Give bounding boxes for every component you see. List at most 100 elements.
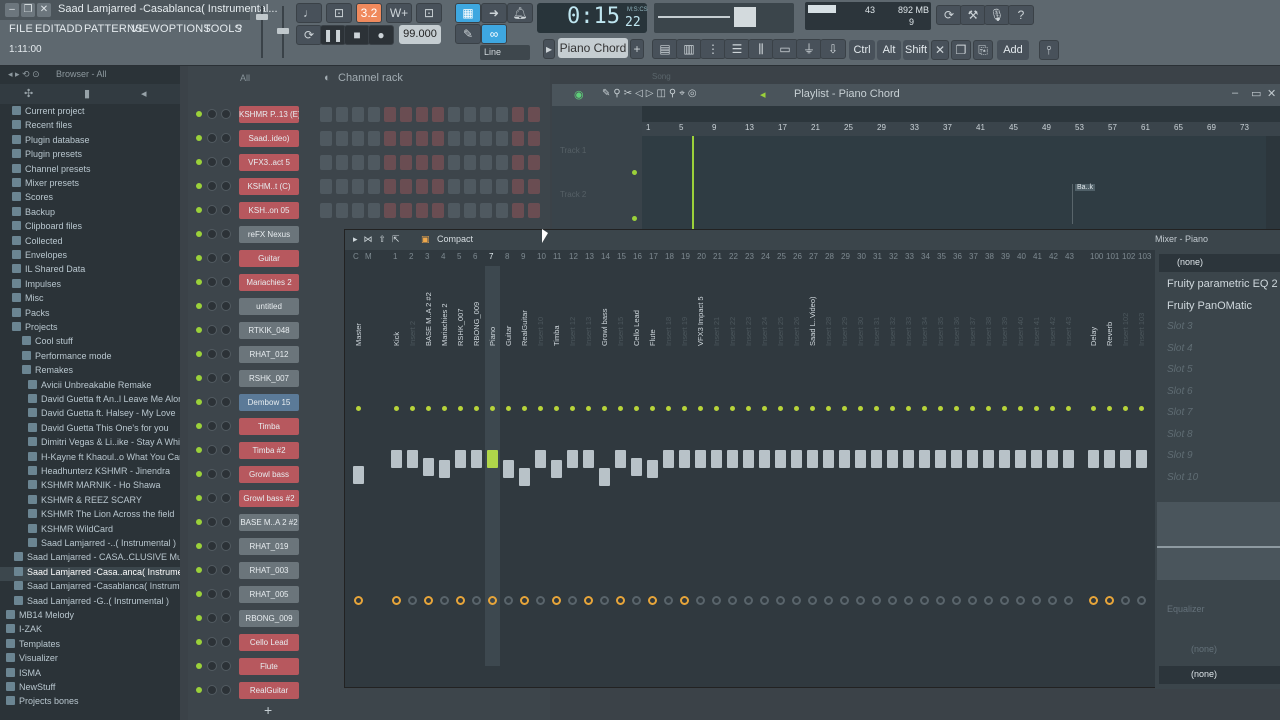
channel-mute-led[interactable]	[196, 543, 202, 549]
mixer-route-knob[interactable]	[440, 596, 449, 605]
effect-slot[interactable]: Fruity PanOMatic	[1167, 300, 1280, 320]
mixer-fader[interactable]	[471, 450, 482, 468]
browser-item[interactable]: Packs	[0, 307, 180, 322]
mixer-route-knob[interactable]	[808, 596, 817, 605]
mixer-route-knob[interactable]	[552, 596, 561, 605]
mixer-route-knob[interactable]	[968, 596, 977, 605]
mixer-mute-led[interactable]	[356, 406, 361, 411]
mixer-fader[interactable]	[1015, 450, 1026, 468]
paste-icon[interactable]: ⎘	[973, 40, 993, 60]
track-2-mute[interactable]	[632, 216, 637, 221]
mixer-route-knob[interactable]	[776, 596, 785, 605]
mixer-mute-led[interactable]	[1066, 406, 1071, 411]
browser-item[interactable]: Saad Lamjarred -Casa..anca( Instrumental…	[0, 566, 180, 581]
channel-mute-led[interactable]	[196, 495, 202, 501]
mixer-route-knob[interactable]	[1105, 596, 1114, 605]
mixer-fader[interactable]	[519, 468, 530, 486]
channel-volume-knob[interactable]	[221, 445, 231, 455]
channel-volume-knob[interactable]	[221, 109, 231, 119]
mixer-mute-led[interactable]	[714, 406, 719, 411]
mixer-track[interactable]: Insert 41	[1029, 266, 1044, 666]
mixer-fader[interactable]	[551, 460, 562, 478]
channel-pan-knob[interactable]	[207, 157, 217, 167]
mixer-track[interactable]: Insert 2	[405, 266, 420, 666]
mixer-track[interactable]: RealGuitar	[517, 266, 532, 666]
mixer-fader[interactable]	[855, 450, 866, 468]
mixer-fader[interactable]	[647, 460, 658, 478]
mixer-fader[interactable]	[807, 450, 818, 468]
mixer-track[interactable]: Mariachies 2	[437, 266, 452, 666]
mixer-track[interactable]: Insert 12	[565, 266, 580, 666]
mixer-route-knob[interactable]	[1064, 596, 1073, 605]
mixer-fader[interactable]	[423, 458, 434, 476]
minimize-button[interactable]: –	[5, 3, 19, 17]
mixer-track[interactable]: Insert 42	[1045, 266, 1060, 666]
browser-item[interactable]: Plugin database	[0, 134, 180, 149]
menu-help[interactable]: ?	[236, 23, 242, 35]
channel-name-button[interactable]: Timba #2	[239, 442, 299, 459]
mixer-route-knob[interactable]	[1016, 596, 1025, 605]
channel-volume-knob[interactable]	[221, 517, 231, 527]
effect-slot[interactable]: Slot 3	[1167, 321, 1280, 341]
mixer-mute-led[interactable]	[730, 406, 735, 411]
effect-slot[interactable]: Slot 10	[1167, 472, 1280, 492]
mixer-track[interactable]: Insert 36	[949, 266, 964, 666]
channel-name-button[interactable]: RealGuitar	[239, 682, 299, 699]
browser-item[interactable]: Remakes	[0, 365, 180, 379]
browser-item[interactable]: Cool stuff	[0, 336, 180, 350]
master-volume-slider[interactable]	[252, 4, 272, 60]
mixer-track[interactable]: Guitar	[501, 266, 516, 666]
channel-row[interactable]: KSHM..t (C)	[188, 175, 550, 199]
channel-mute-led[interactable]	[196, 351, 202, 357]
mixer-mute-led[interactable]	[1107, 406, 1112, 411]
mixer-fader[interactable]	[663, 450, 674, 468]
mixer-mute-led[interactable]	[634, 406, 639, 411]
channel-name-button[interactable]: RHAT_003	[239, 562, 299, 579]
mixer-fader[interactable]	[711, 450, 722, 468]
channel-mute-led[interactable]	[196, 687, 202, 693]
mixer-fader[interactable]	[439, 460, 450, 478]
browser-item[interactable]: Misc	[0, 293, 180, 307]
mixer-route-knob[interactable]	[984, 596, 993, 605]
effect-slot[interactable]: Slot 6	[1167, 386, 1280, 406]
channel-rack-icon[interactable]: ⋮	[700, 39, 726, 59]
channel-pan-knob[interactable]	[207, 589, 217, 599]
channel-pan-knob[interactable]	[207, 349, 217, 359]
mixer-track[interactable]: Insert 10	[533, 266, 548, 666]
channel-mute-led[interactable]	[196, 399, 202, 405]
browser-item[interactable]: Plugin presets	[0, 149, 180, 163]
mixer-fader[interactable]	[759, 450, 770, 468]
channel-pan-knob[interactable]	[207, 133, 217, 143]
channel-name-button[interactable]: Saad..ideo)	[239, 130, 299, 147]
mixer-fader[interactable]	[1104, 450, 1115, 468]
channel-volume-knob[interactable]	[221, 277, 231, 287]
mixer-fader[interactable]	[919, 450, 930, 468]
browser-item[interactable]: Clipboard files	[0, 221, 180, 235]
mixer-route-knob[interactable]	[520, 596, 529, 605]
channel-volume-knob[interactable]	[221, 589, 231, 599]
channel-mute-led[interactable]	[196, 159, 202, 165]
channel-name-button[interactable]: RBONG_009	[239, 610, 299, 627]
mixer-mute-led[interactable]	[762, 406, 767, 411]
channel-name-button[interactable]: RHAT_019	[239, 538, 299, 555]
channel-volume-knob[interactable]	[221, 637, 231, 647]
input-select[interactable]: (none)	[1159, 254, 1280, 272]
menu-add[interactable]: ADD	[59, 23, 83, 35]
mixer-route-knob[interactable]	[920, 596, 929, 605]
master-pitch-slider[interactable]	[273, 4, 293, 60]
mixer-route-knob[interactable]	[664, 596, 673, 605]
browser-item[interactable]: Saad Lamjarred -Casablanca( Instrumental…	[0, 581, 180, 595]
microphone-icon[interactable]: 🎙︎	[984, 5, 1010, 25]
mixer-route-knob[interactable]	[760, 596, 769, 605]
channel-pan-knob[interactable]	[207, 325, 217, 335]
channel-row[interactable]: KSHMR P..13 (E)	[188, 103, 550, 127]
playlist-icon[interactable]: ▤	[652, 39, 678, 59]
mixer-track[interactable]: Insert 39	[997, 266, 1012, 666]
tuning-fork-icon[interactable]: ⫯	[1039, 40, 1059, 60]
channel-mute-led[interactable]	[196, 423, 202, 429]
channel-pan-knob[interactable]	[207, 109, 217, 119]
pencil-icon[interactable]: ✎	[455, 24, 481, 44]
mixer-fader[interactable]	[935, 450, 946, 468]
channel-pan-knob[interactable]	[207, 469, 217, 479]
mixer-route-knob[interactable]	[1048, 596, 1057, 605]
